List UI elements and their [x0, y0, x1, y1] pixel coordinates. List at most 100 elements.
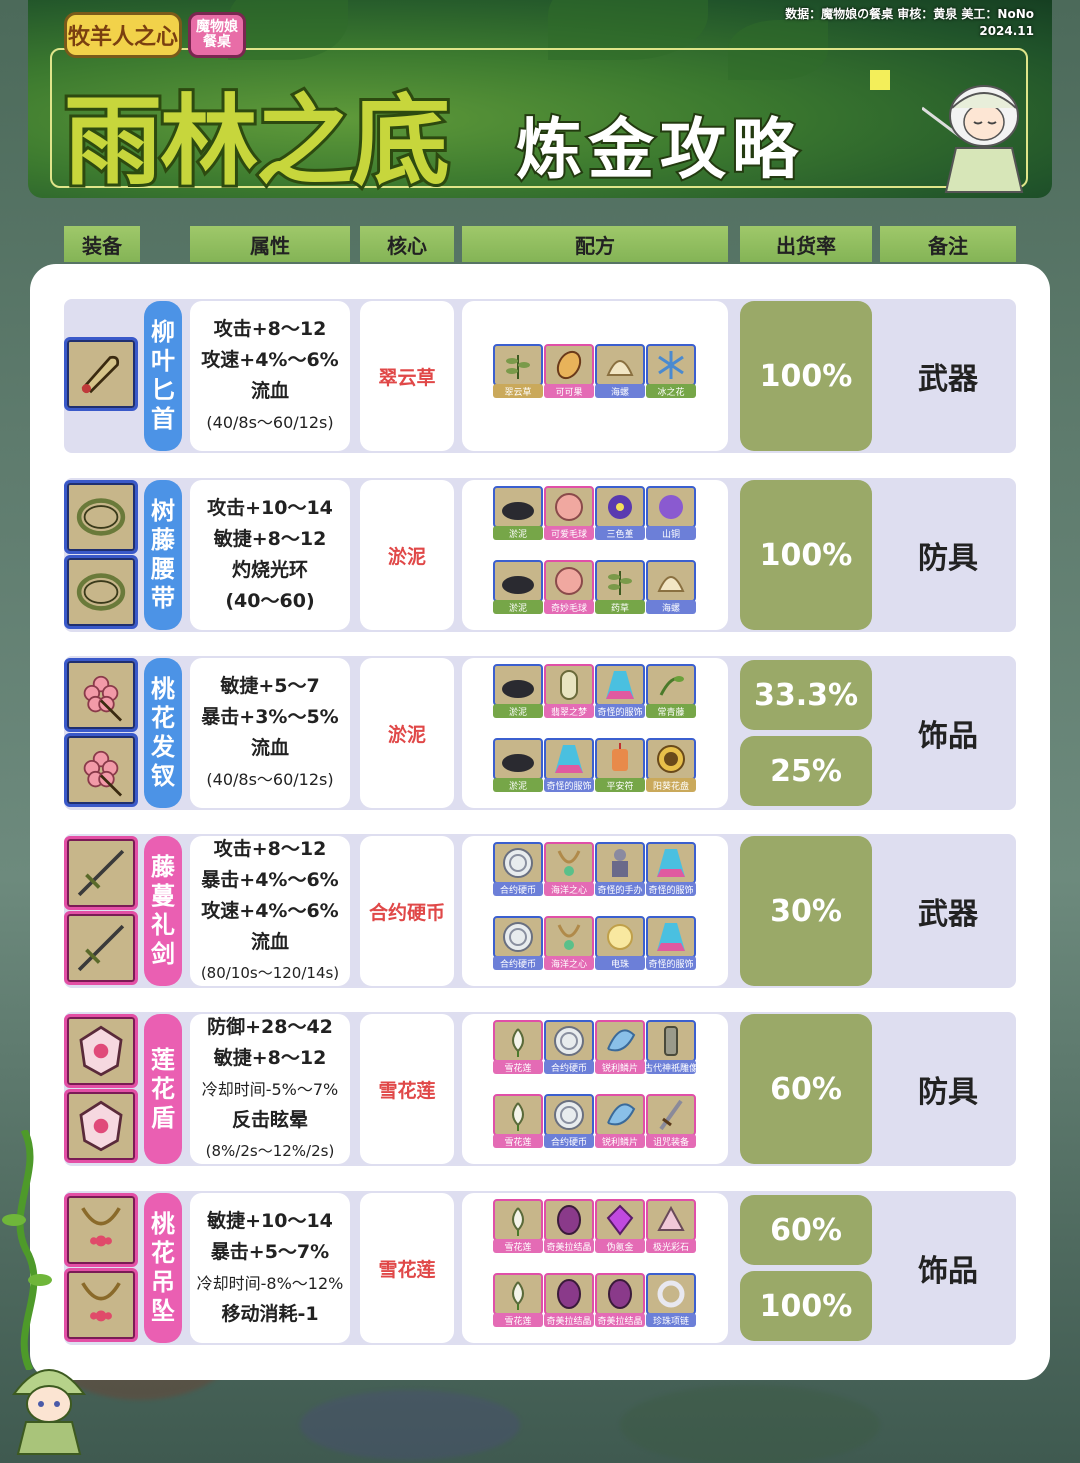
- equipment-icon[interactable]: [64, 836, 138, 910]
- ingredient[interactable]: 常青藤: [646, 664, 696, 718]
- ingredient-label: 海洋之心: [544, 882, 594, 896]
- ingredient[interactable]: 奇怪的服饰: [646, 916, 696, 970]
- snowdrop-icon: [493, 1094, 543, 1136]
- ingredient[interactable]: 合约硬币: [544, 1020, 594, 1074]
- ingredient[interactable]: 淤泥: [493, 486, 543, 540]
- ingredient-label: 阳葵花盘: [646, 778, 696, 792]
- attribute-line: 反击眩晕: [231, 1108, 308, 1131]
- ingredient-label: 药草: [595, 600, 645, 614]
- equipment-icon[interactable]: [64, 733, 138, 807]
- pansy-icon: [595, 486, 645, 528]
- ingredient[interactable]: 淤泥: [493, 738, 543, 792]
- ingredient[interactable]: 合约硬币: [493, 842, 543, 896]
- ingredient[interactable]: 奇怪的服饰: [595, 664, 645, 718]
- attribute-line: 敏捷+5～7: [220, 675, 320, 697]
- equipment-icon[interactable]: [64, 911, 138, 985]
- ingredient[interactable]: 可可果: [544, 344, 594, 398]
- core-cell: 雪花莲: [360, 1193, 454, 1343]
- ingredient[interactable]: 雪花莲: [493, 1020, 543, 1074]
- ingredient[interactable]: 奇美拉结晶: [544, 1199, 594, 1253]
- ingredient[interactable]: 奇妙毛球: [544, 560, 594, 614]
- ingredient[interactable]: 翠云草: [493, 344, 543, 398]
- scale-icon: [595, 1094, 645, 1136]
- ingredient[interactable]: 锐利鳞片: [595, 1094, 645, 1148]
- equipment-icon[interactable]: [64, 555, 138, 629]
- ingredient[interactable]: 锐利鳞片: [595, 1020, 645, 1074]
- ingredient[interactable]: 药草: [595, 560, 645, 614]
- drop-rate-badge: 100%: [740, 1271, 872, 1341]
- equipment-icon[interactable]: [64, 1268, 138, 1342]
- ingredient[interactable]: 奇怪的服饰: [544, 738, 594, 792]
- equipment-icon[interactable]: [64, 1089, 138, 1163]
- ingredient[interactable]: 平安符: [595, 738, 645, 792]
- attribute-line: 敏捷+8～12: [213, 1046, 327, 1069]
- column-header-equipment: 装备: [64, 226, 140, 262]
- pearl-necklace-icon: [646, 1273, 696, 1315]
- equipment-name: 藤蔓礼剑: [144, 836, 182, 986]
- ingredient-label: 海螺: [646, 600, 696, 614]
- attribute-line: 流血: [250, 737, 289, 759]
- ingredient[interactable]: 奇怪的服饰: [646, 842, 696, 896]
- vine-icon: [2, 1130, 52, 1370]
- attribute-line: 敏捷+10～14: [207, 1210, 333, 1232]
- drop-rate-badge: 60%: [740, 1014, 872, 1164]
- ingredient-label: 海螺: [595, 384, 645, 398]
- ingredient[interactable]: 雪花莲: [493, 1199, 543, 1253]
- mud-icon: [493, 664, 543, 706]
- equipment-glyph: [79, 1025, 123, 1077]
- ingredient[interactable]: 合约硬币: [493, 916, 543, 970]
- recipe-cell: 淤泥 翡翠之梦 奇怪的服饰 常青藤 淤泥 奇怪的服饰 平安符 阳葵花盘: [462, 658, 728, 808]
- ingredient[interactable]: 淤泥: [493, 664, 543, 718]
- ingredient[interactable]: 海洋之心: [544, 916, 594, 970]
- ingredient[interactable]: 海洋之心: [544, 842, 594, 896]
- ingredient-label: 奇怪的服饰: [595, 704, 645, 718]
- herb-icon: [493, 344, 543, 386]
- ingredient[interactable]: 奇怪的手办: [595, 842, 645, 896]
- ingredient[interactable]: 诅咒装备: [646, 1094, 696, 1148]
- chibi-character-icon: [922, 85, 1024, 193]
- ingredient-label: 电珠: [595, 956, 645, 970]
- ingredient-label: 雪花莲: [493, 1313, 543, 1327]
- attribute-line: 移动消耗-1: [221, 1303, 319, 1325]
- ingredient[interactable]: 珍珠项链: [646, 1273, 696, 1327]
- ingredient[interactable]: 电珠: [595, 916, 645, 970]
- ingredient[interactable]: 雪花莲: [493, 1273, 543, 1327]
- ingredient[interactable]: 极光彩石: [646, 1199, 696, 1253]
- core-cell: 雪花莲: [360, 1014, 454, 1164]
- recipe-cell: 翠云草 可可果 海螺 冰之花: [462, 301, 728, 451]
- ingredient[interactable]: 淤泥: [493, 560, 543, 614]
- ingredient[interactable]: 合约硬币: [544, 1094, 594, 1148]
- core-material: 合约硬币: [368, 901, 445, 924]
- mud-icon: [493, 738, 543, 780]
- decoration-square: [870, 70, 890, 90]
- equipment-icon[interactable]: [64, 658, 138, 732]
- ingredient[interactable]: 奇美拉结晶: [544, 1273, 594, 1327]
- ingredient[interactable]: 冰之花: [646, 344, 696, 398]
- ingredient[interactable]: 海螺: [595, 344, 645, 398]
- ingredient-label: 翠云草: [493, 384, 543, 398]
- ingredient[interactable]: 阳葵花盘: [646, 738, 696, 792]
- ingredient[interactable]: 三色堇: [595, 486, 645, 540]
- core-material: 雪花莲: [378, 1079, 436, 1102]
- equipment-icon[interactable]: [64, 1014, 138, 1088]
- column-header-recipe: 配方: [462, 226, 728, 262]
- ingredient[interactable]: 山铜: [646, 486, 696, 540]
- column-header-note: 备注: [880, 226, 1016, 262]
- ingredient[interactable]: 海螺: [646, 560, 696, 614]
- ingredient[interactable]: 可爱毛球: [544, 486, 594, 540]
- equipment-icon[interactable]: [64, 1193, 138, 1267]
- attributes-cell: 攻击+8～12 暴击+4%～6% 攻速+4%～6% 流血 (80/10s～120/14s…: [190, 836, 350, 986]
- attribute-line: 防御+28～42: [207, 1015, 333, 1038]
- ingredient[interactable]: 奇美拉结晶: [595, 1273, 645, 1327]
- ingredient-label: 合约硬币: [493, 956, 543, 970]
- ingredient[interactable]: 雪花莲: [493, 1094, 543, 1148]
- ingredient[interactable]: 翡翠之梦: [544, 664, 594, 718]
- core-material: 翠云草: [378, 366, 436, 389]
- ingredient[interactable]: 伪氪金: [595, 1199, 645, 1253]
- leaf-sprite-icon: [12, 1369, 86, 1455]
- ingredient[interactable]: 古代神祇雕像: [646, 1020, 696, 1074]
- attribute-line: 暴击+4%～6%: [201, 868, 339, 891]
- equipment-icon[interactable]: [64, 337, 138, 411]
- recipe-cell: 雪花莲 奇美拉结晶 伪氪金 极光彩石 雪花莲 奇美拉结晶 奇美拉结晶 珍珠项链: [462, 1193, 728, 1343]
- equipment-icon[interactable]: [64, 480, 138, 554]
